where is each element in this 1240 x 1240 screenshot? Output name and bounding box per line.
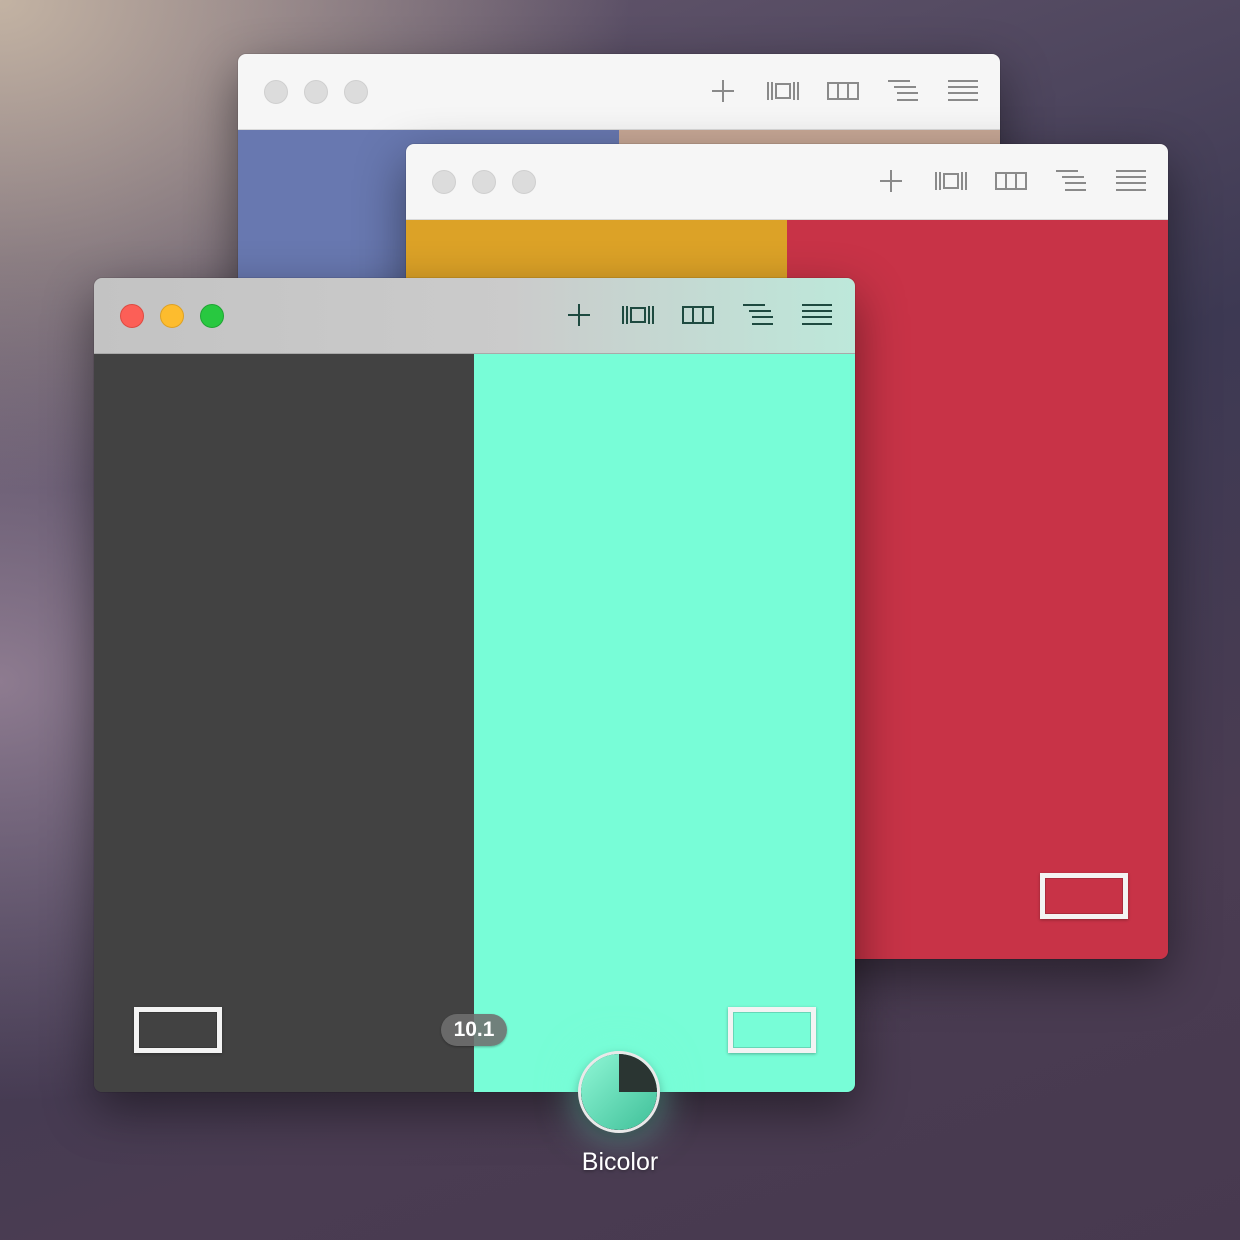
minimize-button[interactable] (304, 80, 328, 104)
list-indent-icon[interactable] (886, 76, 920, 106)
stretch-icon[interactable] (621, 300, 655, 330)
add-icon[interactable] (562, 300, 596, 330)
divider-value-badge[interactable]: 10.1 (441, 1014, 507, 1046)
stretch-icon[interactable] (934, 166, 968, 196)
columns-icon[interactable] (826, 76, 860, 106)
window-titlebar[interactable] (406, 144, 1168, 220)
stretch-icon[interactable] (766, 76, 800, 106)
zoom-button[interactable] (344, 80, 368, 104)
color-swatch-button-left[interactable] (134, 1007, 222, 1053)
list-icon[interactable] (946, 76, 980, 106)
zoom-button[interactable] (512, 170, 536, 194)
list-icon[interactable] (800, 300, 834, 330)
color-swatch-button-right[interactable] (728, 1007, 816, 1053)
color-pane-right (474, 354, 855, 1092)
columns-icon[interactable] (994, 166, 1028, 196)
close-button[interactable] (432, 170, 456, 194)
add-icon[interactable] (706, 76, 740, 106)
mode-dial-button[interactable] (578, 1051, 660, 1133)
list-indent-icon[interactable] (1054, 166, 1088, 196)
minimize-button[interactable] (472, 170, 496, 194)
zoom-button[interactable] (200, 304, 224, 328)
window-titlebar[interactable] (94, 278, 855, 354)
active-window[interactable] (94, 278, 855, 1092)
columns-icon[interactable] (681, 300, 715, 330)
bicolor-mode-icon (581, 1054, 657, 1130)
mode-label: Bicolor (581, 1148, 659, 1176)
color-pane-left (94, 354, 474, 1092)
list-indent-icon[interactable] (741, 300, 775, 330)
add-icon[interactable] (874, 166, 908, 196)
close-button[interactable] (264, 80, 288, 104)
list-icon[interactable] (1114, 166, 1148, 196)
window-titlebar[interactable] (238, 54, 1000, 130)
minimize-button[interactable] (160, 304, 184, 328)
color-swatch-button-right[interactable] (1040, 873, 1128, 919)
close-button[interactable] (120, 304, 144, 328)
